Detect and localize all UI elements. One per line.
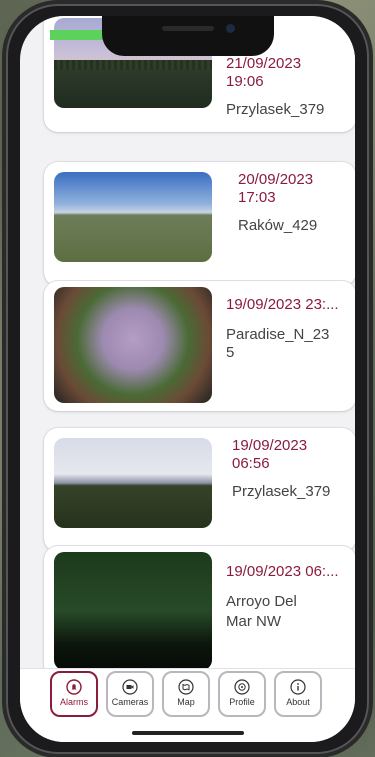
alarm-time: 06:56 [232, 455, 270, 472]
alarm-date: 19/09/2023 [232, 437, 308, 454]
camera-name: Przylasek_379 [226, 101, 325, 118]
alarm-thumbnail[interactable] [54, 287, 212, 403]
alarm-feed[interactable]: 21/09/2023 19:06 Przylasek_379 20/09/202… [20, 16, 355, 668]
camera-name: Przylasek_379 [232, 483, 331, 500]
phone-frame: 21/09/2023 19:06 Przylasek_379 20/09/202… [6, 4, 369, 754]
phone-notch [102, 16, 274, 56]
alarm-time: 19:06 [226, 73, 264, 90]
alarm-thumbnail[interactable] [54, 438, 212, 528]
alarm-thumbnail[interactable] [54, 172, 212, 262]
camera-name-cont: 5 [226, 344, 235, 361]
tab-label: Cameras [111, 697, 149, 707]
camera-name-cont: Mar NW [226, 613, 281, 630]
alarm-thumbnail[interactable] [54, 552, 212, 668]
tab-label: Profile [229, 697, 255, 707]
screen: 21/09/2023 19:06 Przylasek_379 20/09/202… [20, 16, 355, 742]
bell-icon [66, 679, 82, 695]
camera-name: Paradise_N_23 [226, 326, 330, 343]
treeline [54, 60, 212, 70]
alarm-card[interactable]: 19/09/2023 06:... Arroyo Del Mar NW [44, 546, 355, 668]
tab-alarms[interactable]: Alarms [50, 671, 98, 717]
alarm-card[interactable]: 19/09/2023 23:... Paradise_N_23 5 [44, 281, 355, 411]
tab-label: Alarms [59, 697, 88, 707]
alarm-time: 17:03 [238, 189, 276, 206]
tab-about[interactable]: About [274, 671, 322, 717]
home-indicator [132, 731, 244, 735]
profile-icon [234, 679, 250, 695]
info-icon [290, 679, 306, 695]
speaker-grille [162, 26, 214, 31]
alarm-card[interactable]: 20/09/2023 17:03 Raków_429 [44, 162, 355, 286]
tab-cameras[interactable]: Cameras [106, 671, 154, 717]
map-icon [178, 679, 194, 695]
tab-profile[interactable]: Profile [218, 671, 266, 717]
camera-name: Raków_429 [238, 217, 318, 234]
alarm-date: 20/09/2023 [238, 171, 314, 188]
tab-map[interactable]: Map [162, 671, 210, 717]
alarm-date: 21/09/2023 [226, 55, 302, 72]
alarm-date: 19/09/2023 23:... [226, 296, 339, 313]
front-camera-icon [226, 24, 235, 33]
camera-name: Arroyo Del [226, 593, 297, 610]
tab-label: Map [177, 697, 195, 707]
alarm-date: 19/09/2023 06:... [226, 563, 339, 580]
video-camera-icon [122, 679, 138, 695]
tab-label: About [286, 697, 310, 707]
alarm-card[interactable]: 19/09/2023 06:56 Przylasek_379 [44, 428, 355, 552]
